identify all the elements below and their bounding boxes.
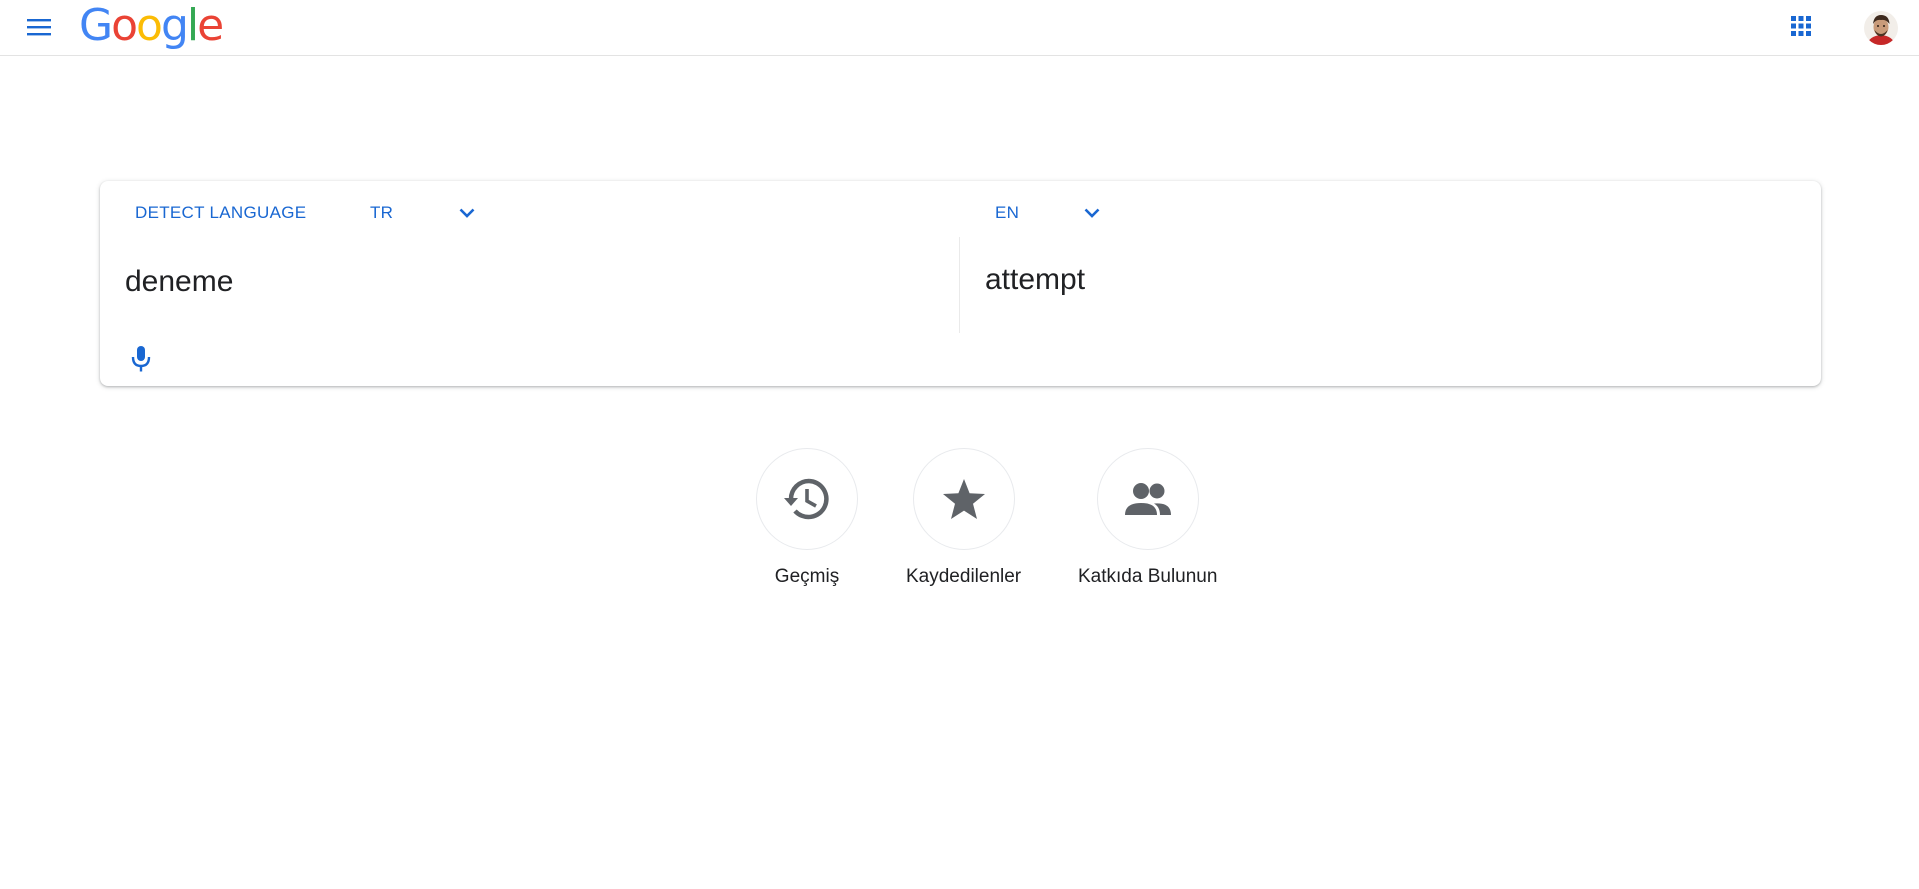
saved-circle[interactable] [912,448,1015,550]
voice-input-button[interactable] [126,341,156,377]
history-icon [784,478,829,520]
translation-output: attempt [985,263,1086,296]
people-icon [1124,483,1171,515]
star-icon [942,479,985,519]
target-language-dropdown[interactable] [1078,199,1106,227]
avatar-image [1864,11,1898,45]
target-language-tab[interactable]: EN [995,195,1019,231]
history-circle[interactable] [756,448,858,550]
top-bar: Google [0,0,1919,56]
menu-icon [27,19,51,36]
logo-letter: g [160,0,189,51]
apps-grid-icon [1791,16,1811,36]
menu-button[interactable] [22,10,56,44]
logo-letter: e [197,0,224,51]
contribute-button[interactable]: Katkıda Bulunun [1078,448,1217,588]
source-text-input[interactable]: deneme [125,265,233,299]
contribute-circle[interactable] [1096,448,1199,550]
chevron-down-icon [1084,208,1100,218]
panel-divider [959,237,960,333]
saved-button[interactable]: Kaydedilenler [906,448,1021,588]
chevron-down-icon [459,208,475,218]
detect-language-tab[interactable]: DETECT LANGUAGE [135,195,306,231]
google-logo[interactable]: Google [79,0,224,51]
apps-button[interactable] [1785,10,1817,42]
history-button[interactable]: Geçmiş [756,448,858,588]
logo-letter: l [186,0,199,51]
mic-icon [131,346,151,372]
saved-label: Kaydedilenler [906,566,1022,587]
contribute-label: Katkıda Bulunun [1078,566,1218,587]
translate-card: DETECT LANGUAGE TR EN deneme attempt [100,181,1821,386]
source-language-tab[interactable]: TR [370,195,393,231]
source-language-dropdown[interactable] [453,199,481,227]
logo-letter: o [111,0,138,51]
logo-letter: o [136,0,163,51]
logo-letter: G [79,0,113,51]
user-avatar[interactable] [1864,11,1898,45]
history-label: Geçmiş [774,566,840,587]
